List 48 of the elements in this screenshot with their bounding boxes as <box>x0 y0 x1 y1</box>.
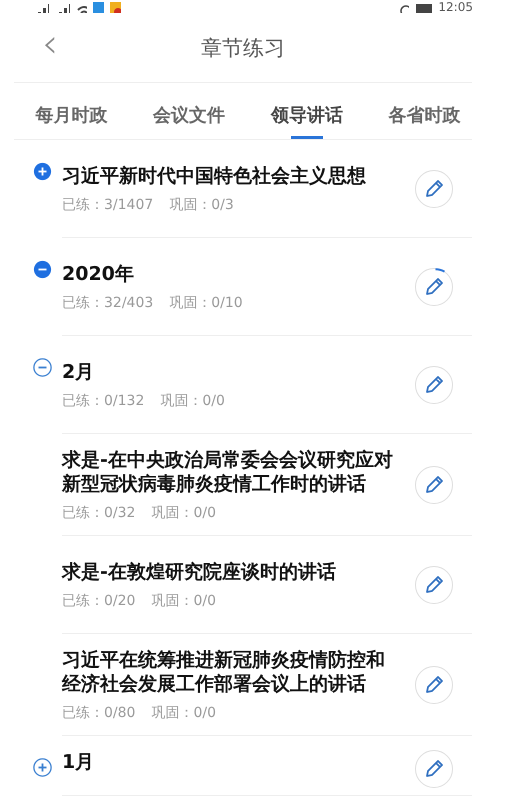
practice-button[interactable] <box>415 366 453 404</box>
progress-stat: 已练：0/80 <box>62 704 136 722</box>
chapter-title: 2020年 <box>62 262 135 286</box>
practice-button[interactable] <box>415 666 453 704</box>
progress-stat: 已练：3/1407 <box>62 196 154 214</box>
progress-stat: 已练：0/132 <box>62 392 144 410</box>
practice-button[interactable] <box>415 170 453 208</box>
pencil-icon <box>423 758 445 780</box>
progress-stat: 巩固：0/0 <box>160 392 225 410</box>
back-button[interactable]: ‹ <box>36 24 64 64</box>
tab[interactable]: 领导讲话 <box>259 83 354 139</box>
chapter-title: 求是-在中央政治局常委会会议研究应对新型冠状病毒肺炎疫情工作时的讲话 <box>62 448 394 496</box>
tab[interactable]: 会议文件 <box>142 83 237 139</box>
pencil-icon <box>423 178 445 200</box>
chapter-title: 1月 <box>62 750 96 774</box>
progress-stat: 巩固：0/0 <box>151 704 216 722</box>
battery-icon <box>414 2 432 12</box>
tab[interactable]: 各省时政 <box>376 83 472 139</box>
chapter-title: 2月 <box>62 360 96 384</box>
collapse-button[interactable] <box>33 358 52 377</box>
collapse-button[interactable] <box>33 260 52 279</box>
expand-button[interactable] <box>33 162 52 181</box>
pencil-icon <box>423 374 445 396</box>
pencil-icon <box>423 276 445 298</box>
page-title: 章节练习 <box>201 35 285 62</box>
chapter-title: 求是-在敦煌研究院座谈时的讲话 <box>62 560 337 584</box>
pencil-icon <box>423 674 445 696</box>
pencil-icon <box>423 474 445 496</box>
practice-button[interactable] <box>415 466 453 504</box>
progress-stat: 巩固：0/0 <box>151 592 216 610</box>
progress-stat: 已练：0/32 <box>62 504 136 522</box>
practice-button[interactable] <box>415 566 453 604</box>
progress-stat: 巩固：0/10 <box>169 294 243 312</box>
progress-stat: 已练：0/20 <box>62 592 136 610</box>
chapter-title: 习近平新时代中国特色社会主义思想 <box>62 164 367 188</box>
progress-stat: 已练：32/403 <box>62 294 154 312</box>
progress-stat: 巩固：0/3 <box>169 196 234 214</box>
progress-arc <box>435 268 446 273</box>
app-icon <box>110 2 122 12</box>
pencil-icon <box>423 574 445 596</box>
chapter-title: 习近平在统筹推进新冠肺炎疫情防控和经济社会发展工作部署会议上的讲话 <box>62 648 386 696</box>
practice-button[interactable] <box>415 268 453 306</box>
tab[interactable]: 每月时政 <box>24 83 119 139</box>
expand-button[interactable] <box>33 758 52 777</box>
progress-stat: 巩固：0/0 <box>151 504 216 522</box>
app-icon <box>93 2 104 12</box>
status-time: 12:05 <box>438 0 473 14</box>
practice-button[interactable] <box>415 750 453 788</box>
